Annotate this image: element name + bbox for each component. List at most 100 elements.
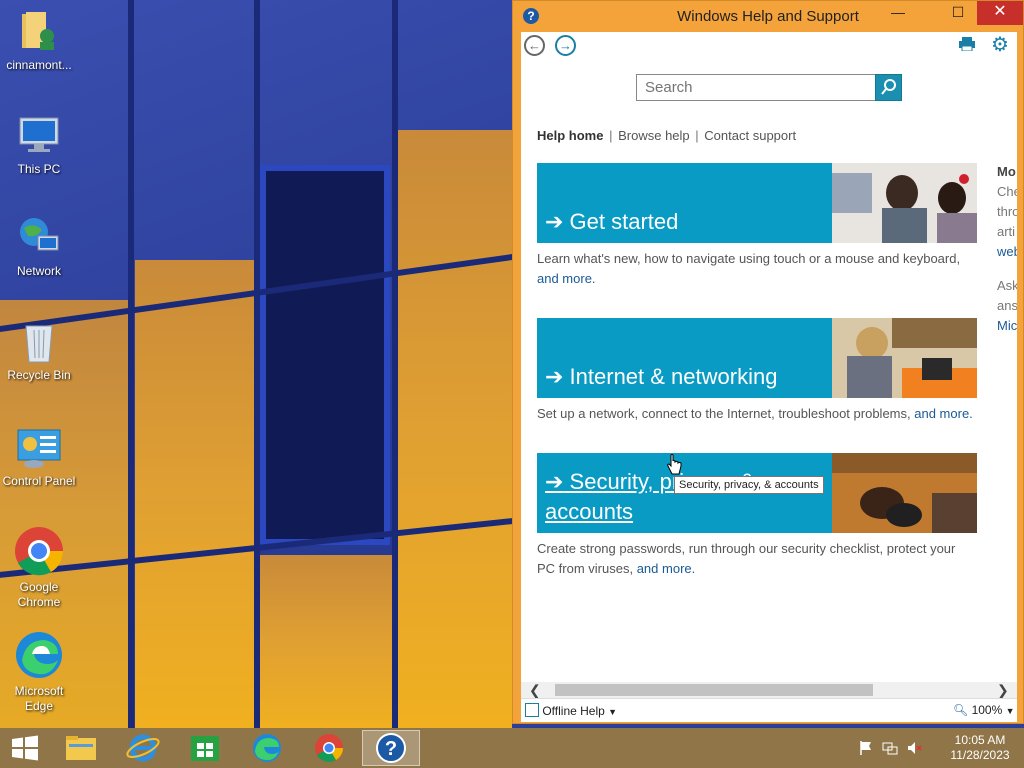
control-panel-icon [16,424,62,470]
desktop-icon-google-chrome[interactable]: Google Chrome [0,526,78,610]
right-column-text: Che [997,184,1017,199]
tile-get-started[interactable]: ➔ Get started [537,163,977,243]
tile-photo [832,453,977,533]
right-column-text: thro [997,204,1017,219]
desktop-icon-label: Network [16,264,61,278]
taskbar-internet-explorer[interactable] [117,730,169,766]
desktop-icon-label: Control Panel [2,474,76,488]
tile-photo [832,318,977,398]
wallpaper-frame [254,0,260,728]
desktop-icon-label: Google Chrome [17,580,61,609]
help-question-icon: ? [376,733,406,763]
right-column-text: ans [997,298,1017,313]
right-column-text: arti [997,224,1016,239]
right-column-link[interactable]: Mic [997,316,1017,336]
desktop-icon-user-folder[interactable]: cinnamont... [0,8,78,73]
maximize-button[interactable]: ☐ [943,1,973,25]
clock[interactable]: 10:05 AM 11/28/2023 [944,733,1016,763]
taskbar-help-and-support[interactable]: ? [362,730,420,766]
chevron-down-icon: ▼ [608,707,618,717]
print-icon[interactable] [959,37,975,52]
window-titlebar[interactable]: ? Windows Help and Support — ☐ ✕ [513,1,1023,31]
offline-help-icon [525,703,539,717]
tile-title-text: Internet & networking [569,364,778,389]
wallpaper-orange-pane [395,130,512,728]
chevron-down-icon: ▼ [1005,706,1015,716]
wallpaper-dark-window [260,165,390,545]
taskbar: ? 10:05 AM 11/28/2023 [0,728,1024,768]
back-button[interactable]: ← [524,35,545,56]
action-center-flag-icon[interactable] [858,740,874,759]
forward-button[interactable]: → [555,35,576,56]
chrome-icon [315,734,343,762]
right-column-link[interactable]: web [997,242,1017,262]
tile-description: Set up a network, connect to the Interne… [537,404,977,424]
status-bar: Offline Help ▼ 🔍︎ 100% ▼ [521,698,1017,722]
tile-title: ➔ Internet & networking [545,364,778,389]
tile-description: Create strong passwords, run through our… [537,539,977,579]
search-icon [881,79,896,95]
gear-icon[interactable]: ⚙ [991,35,1009,55]
and-more-link[interactable]: and more. [537,271,596,286]
horizontal-scrollbar[interactable]: ❮ ❯ [521,682,1017,698]
help-home-link[interactable]: Help home [537,128,603,143]
link-separator: | [695,128,699,143]
zoom-icon: 🔍︎ [953,703,969,717]
zoom-level: 100% [971,703,1003,717]
hand-cursor-icon [666,454,682,481]
network-tray-icon[interactable] [882,740,898,759]
recycle-bin-icon [16,318,62,364]
system-tray: 10:05 AM 11/28/2023 [854,728,1024,768]
tile-internet-networking[interactable]: ➔ Internet & networking [537,318,977,398]
clock-time: 10:05 AM [954,733,1006,747]
taskbar-file-explorer[interactable] [55,730,107,766]
taskbar-chrome[interactable] [303,730,355,766]
user-folder-icon [16,8,62,54]
search-input[interactable] [636,74,876,101]
store-icon [191,736,219,761]
desktop-icon-recycle-bin[interactable]: Recycle Bin [0,318,78,383]
desktop-icon-network[interactable]: Network [0,214,78,279]
scroll-right-arrow-icon[interactable]: ❯ [997,682,1009,698]
wallpaper-frame [128,0,134,728]
wallpaper-orange-pane [260,555,395,728]
tile-description-text: Create strong passwords, run through our… [537,541,956,576]
tile-title: ➔ Get started [545,209,679,234]
tooltip: Security, privacy, & accounts [674,476,824,494]
link-separator: | [609,128,613,143]
scroll-left-arrow-icon[interactable]: ❮ [529,682,541,698]
right-column-spacer [997,262,1017,276]
offline-help-dropdown[interactable]: Offline Help ▼ [525,703,617,718]
desktop-icon-label: cinnamont... [6,58,72,72]
clock-date: 11/28/2023 [950,748,1010,762]
desktop-icon-control-panel[interactable]: Control Panel [0,424,78,489]
wallpaper-orange-pane [135,260,255,728]
minimize-button[interactable]: — [883,1,913,25]
volume-muted-icon[interactable] [906,740,922,759]
start-button[interactable] [0,730,52,766]
and-more-link[interactable]: and more. [637,561,696,576]
browse-help-link[interactable]: Browse help [618,128,690,143]
search-button[interactable] [875,74,902,101]
desktop-icon-this-pc[interactable]: This PC [0,112,78,177]
network-icon [16,214,62,260]
and-more-link[interactable]: and more. [914,406,973,421]
desktop-icon-label: Microsoft Edge [14,684,64,713]
zoom-dropdown[interactable]: 🔍︎ 100% ▼ [953,703,1015,717]
scrollbar-thumb[interactable] [555,684,873,696]
edge-icon [14,630,64,680]
taskbar-store[interactable] [179,730,231,766]
desktop-icon-microsoft-edge[interactable]: Microsoft Edge [0,630,78,714]
file-explorer-icon [66,736,96,760]
edge-icon [253,734,281,762]
right-column-heading: Mo [997,164,1016,179]
close-button[interactable]: ✕ [977,1,1023,25]
contact-support-link[interactable]: Contact support [704,128,796,143]
tile-description-text: Learn what's new, how to navigate using … [537,251,961,266]
help-window: ? Windows Help and Support — ☐ ✕ ← → ⚙ H… [512,0,1024,724]
help-content: ← → ⚙ Help home | Browse help | Contact … [521,32,1017,698]
taskbar-edge[interactable] [241,730,293,766]
tile-description: Learn what's new, how to navigate using … [537,249,977,289]
internet-explorer-icon [126,734,160,762]
desktop-icon-label: Recycle Bin [7,368,71,382]
